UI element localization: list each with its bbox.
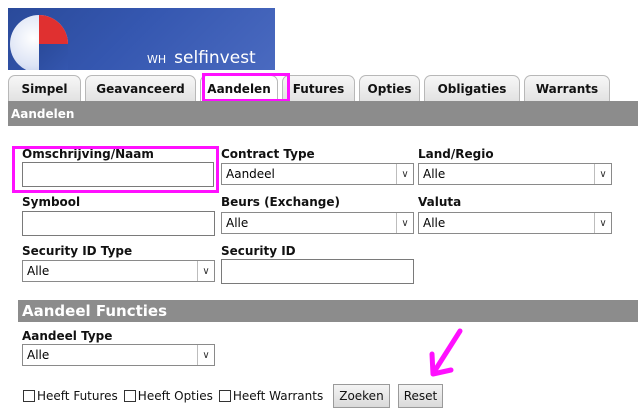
beurs-label: Beurs (Exchange) (221, 195, 340, 209)
heeft-opties-checkbox[interactable] (123, 390, 136, 402)
symbool-label: Symbool (22, 195, 81, 209)
chevron-down-icon: ∨ (594, 213, 611, 233)
tab-futures[interactable]: Futures (282, 75, 355, 101)
tab-aandelen[interactable]: Aandelen (200, 75, 278, 101)
heeft-warrants-option[interactable]: Heeft Warrants (218, 389, 324, 403)
tab-opties[interactable]: Opties (359, 75, 420, 101)
search-tabs: Simpel Geavanceerd Aandelen Futures Opti… (8, 75, 638, 101)
logo-cutout (39, 44, 68, 70)
tab-simpel[interactable]: Simpel (8, 75, 81, 101)
annotation-arrow-icon (429, 328, 463, 377)
section-title: Aandelen (8, 101, 638, 126)
heeft-warrants-checkbox[interactable] (218, 390, 231, 402)
logo-selfinvest: selfinvest (174, 48, 256, 68)
tab-obligaties[interactable]: Obligaties (424, 75, 520, 101)
aandeel-type-select[interactable]: Alle ∨ (22, 344, 215, 366)
selfinvest-logo: WH selfinvest (8, 8, 275, 70)
contract-type-label: Contract Type (221, 147, 315, 161)
tab-warrants[interactable]: Warrants (524, 75, 610, 101)
reset-button[interactable]: Reset (397, 384, 444, 408)
heeft-futures-checkbox[interactable] (23, 390, 35, 402)
security-id-type-value: Alle (27, 264, 50, 278)
valuta-select[interactable]: Alle ∨ (418, 212, 612, 234)
contract-type-value: Aandeel (226, 167, 275, 181)
logo-brand-text: WH selfinvest (147, 48, 256, 68)
security-id-label: Security ID (221, 244, 296, 258)
chevron-down-icon: ∨ (197, 261, 214, 281)
tab-geavanceerd[interactable]: Geavanceerd (85, 75, 196, 101)
logo-wh: WH (147, 53, 167, 66)
logo-red-quarter (39, 15, 68, 44)
zoeken-button[interactable]: Zoeken (333, 384, 390, 408)
chevron-down-icon: ∨ (396, 164, 413, 184)
omschrijving-input[interactable] (22, 162, 214, 187)
aandeel-functies-title: Aandeel Functies (18, 300, 638, 322)
security-id-input[interactable] (221, 259, 414, 284)
chevron-down-icon: ∨ (396, 213, 413, 233)
aandeel-type-label: Aandeel Type (22, 329, 113, 343)
land-regio-select[interactable]: Alle ∨ (418, 163, 612, 185)
valuta-label: Valuta (418, 195, 462, 209)
valuta-value: Alle (423, 216, 446, 230)
heeft-futures-option[interactable]: Heeft Futures (23, 389, 118, 403)
symbool-input[interactable] (22, 211, 215, 236)
security-id-type-label: Security ID Type (22, 244, 133, 258)
land-regio-value: Alle (423, 167, 446, 181)
beurs-value: Alle (226, 216, 249, 230)
beurs-select[interactable]: Alle ∨ (221, 212, 414, 234)
security-id-type-select[interactable]: Alle ∨ (22, 260, 215, 282)
chevron-down-icon: ∨ (594, 164, 611, 184)
chevron-down-icon: ∨ (197, 345, 214, 365)
heeft-futures-label: Heeft Futures (37, 389, 118, 403)
contract-type-select[interactable]: Aandeel ∨ (221, 163, 414, 185)
omschrijving-label: Omschrijving/Naam (22, 147, 154, 161)
heeft-opties-option[interactable]: Heeft Opties (123, 389, 213, 403)
aandeel-type-value: Alle (27, 348, 50, 362)
land-regio-label: Land/Regio (418, 147, 494, 161)
heeft-opties-label: Heeft Opties (137, 389, 213, 403)
options-row: Heeft Futures Heeft Opties Heeft Warrant… (23, 383, 444, 409)
heeft-warrants-label: Heeft Warrants (232, 389, 324, 403)
